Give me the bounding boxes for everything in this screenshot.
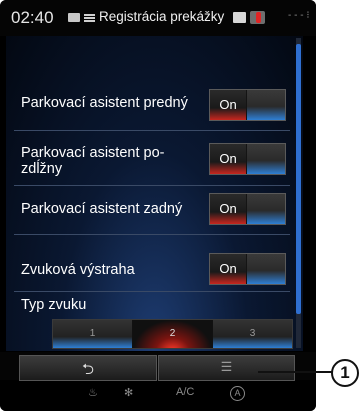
toggle-off-segment[interactable] [247,90,285,120]
divider [14,130,290,131]
display-screen: 02:40 Registrácia prekážky - - - ⁝ Parko… [0,0,316,411]
rear-parking-toggle[interactable]: On [209,193,286,225]
sound-type-option-1[interactable]: 1 [53,320,132,348]
callout-marker: 1 [331,359,359,387]
side-parking-toggle[interactable]: On [209,143,286,175]
toggle-off-segment[interactable] [247,144,285,174]
back-icon: ⮌ [81,361,94,378]
battery-icon [250,11,265,24]
divider [14,291,290,292]
callout-line [258,371,340,373]
sound-type-option-2[interactable]: 2 [133,320,212,348]
setting-label-rear-parking: Parkovací asistent zadný [21,201,183,217]
auto-button[interactable]: A [230,386,245,401]
setting-label-sound-warning: Zvuková výstraha [21,262,135,278]
toggle-off-segment[interactable] [247,194,285,224]
setting-label-side-parking: Parkovací asistent po- zdĺžny [21,145,165,177]
sound-type-option-3[interactable]: 3 [213,320,292,348]
menu-button[interactable]: ☰ [158,355,295,381]
toggle-on-label: On [219,201,237,216]
back-button[interactable]: ⮌ [19,355,157,381]
sound-type-label: Typ zvuku [21,297,87,313]
toggle-on-label: On [219,97,237,112]
climate-bar [0,382,316,411]
toggle-off-segment[interactable] [247,254,285,284]
fan-icon[interactable]: ✻ [124,386,133,399]
toggle-on-label: On [219,261,237,276]
sound-type-selector: 1 2 3 [52,319,293,349]
toggle-on-label: On [219,151,237,166]
scrollbar-thumb[interactable] [296,44,301,314]
list-icon[interactable] [84,14,95,22]
divider [14,234,290,235]
media-icon[interactable] [68,13,80,22]
front-parking-toggle[interactable]: On [209,89,286,121]
ac-button[interactable]: A/C [176,386,194,398]
callout-number: 1 [340,363,350,382]
setting-label-front-parking: Parkovací asistent predný [21,95,188,111]
divider [14,185,290,186]
signal-icon: - - - ⁝ [288,10,310,21]
seat-heat-icon[interactable]: ♨ [88,386,98,399]
page-title: Registrácia prekážky [99,9,225,24]
clock: 02:40 [11,8,54,27]
phone-icon[interactable] [233,12,246,23]
status-bar: 02:40 Registrácia prekážky - - - ⁝ [0,0,316,36]
sound-warning-toggle[interactable]: On [209,253,286,285]
